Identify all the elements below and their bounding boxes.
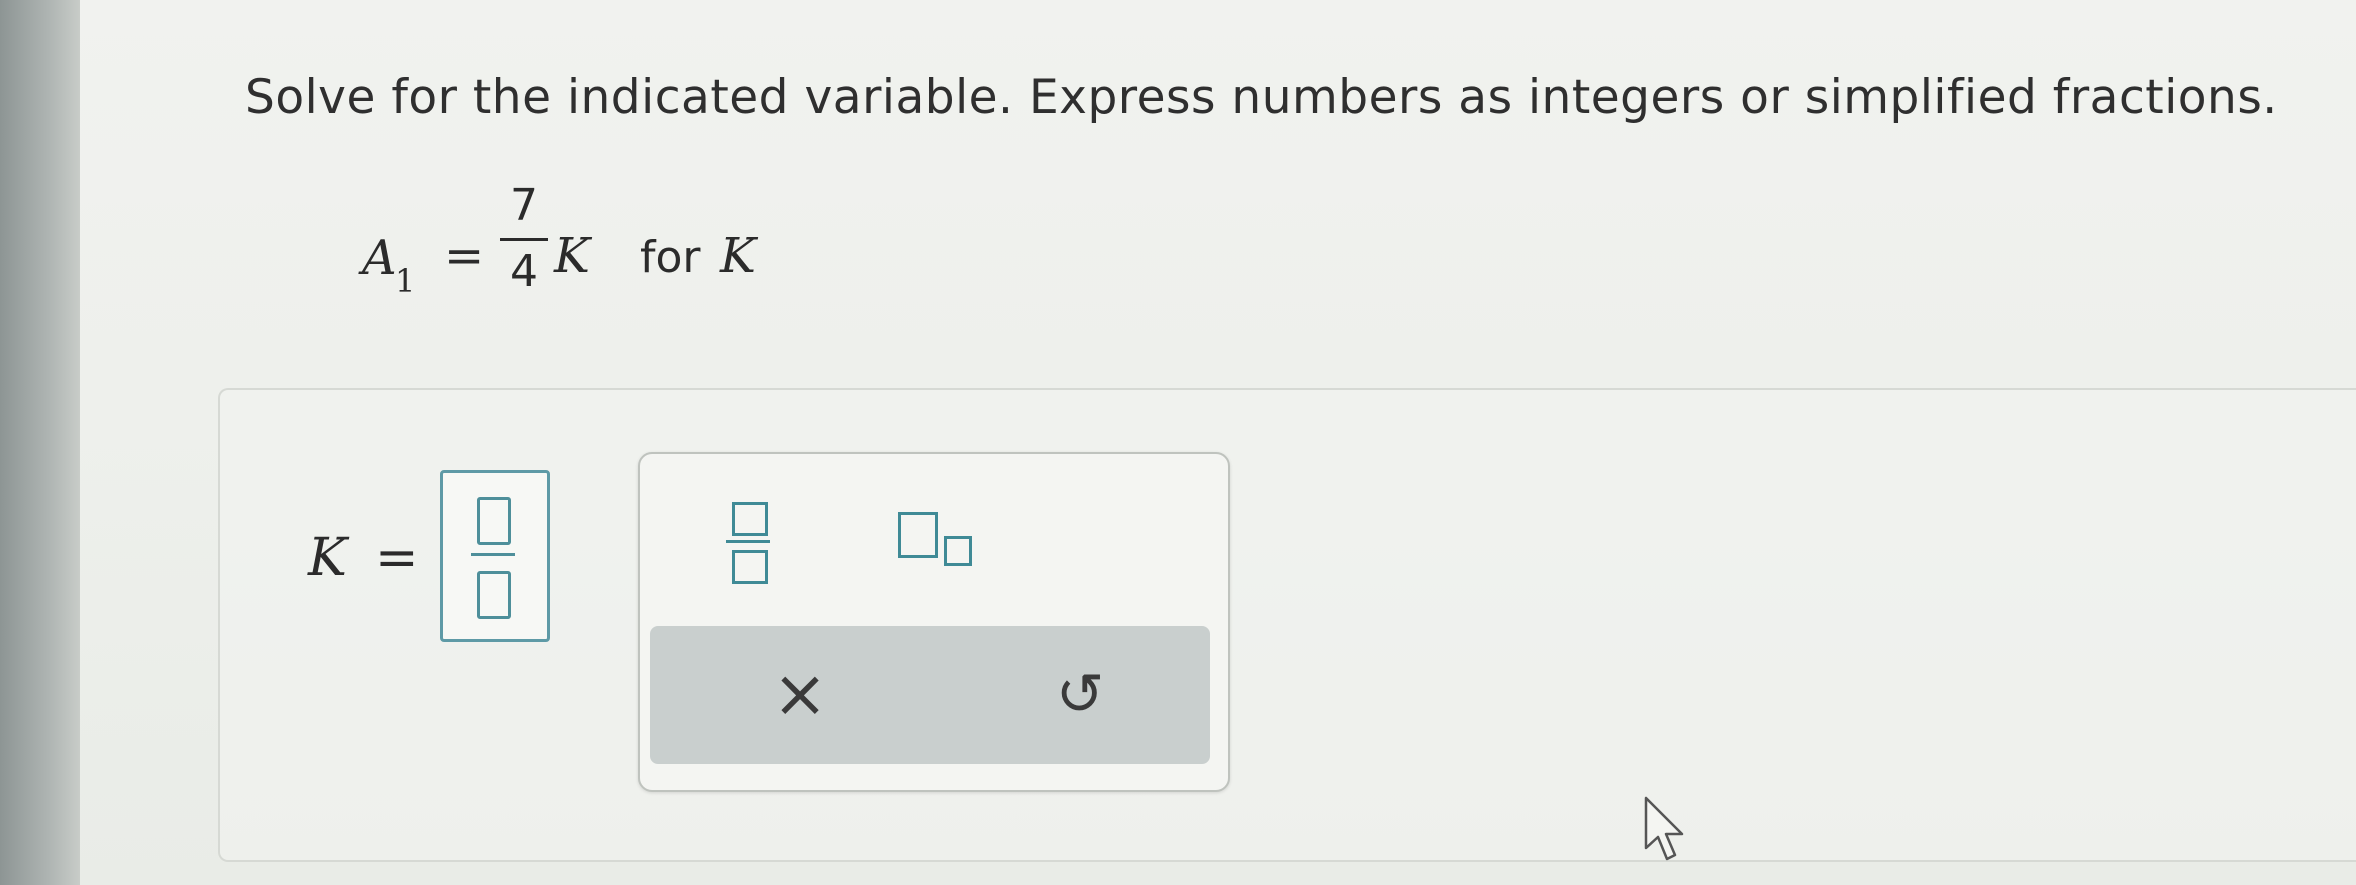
math-keypad: × ↺ — [638, 452, 1230, 792]
answer-variable: K — [308, 528, 347, 588]
question-instructions: Solve for the indicated variable. Expres… — [245, 70, 2278, 125]
answer-fraction-input[interactable] — [440, 470, 550, 642]
numerator-placeholder[interactable] — [477, 497, 511, 545]
equation-fraction-bar — [500, 238, 548, 241]
given-equation: A 1 = 7 4 K for K — [362, 180, 782, 320]
equation-equals: = — [444, 228, 485, 284]
fraction-button[interactable] — [718, 502, 778, 584]
input-fraction-bar — [471, 553, 515, 556]
keypad-action-row: × ↺ — [650, 626, 1210, 764]
equation-lhs-subscript: 1 — [395, 262, 416, 300]
subscript-button[interactable] — [898, 512, 978, 572]
answer-equals: = — [375, 528, 419, 588]
mouse-pointer-icon — [1644, 796, 1684, 861]
undo-button[interactable]: ↺ — [1040, 654, 1120, 734]
equation-solve-variable: K — [720, 228, 756, 284]
undo-icon: ↺ — [1055, 660, 1105, 728]
equation-denominator: 4 — [510, 246, 538, 297]
equation-lhs-variable: A — [362, 230, 397, 286]
clear-icon: × — [772, 655, 828, 732]
denominator-placeholder[interactable] — [477, 571, 511, 619]
equation-rhs-variable: K — [554, 228, 590, 284]
left-margin — [0, 0, 80, 885]
equation-for-text: for — [640, 232, 701, 283]
clear-button[interactable]: × — [760, 654, 840, 734]
equation-numerator: 7 — [510, 180, 538, 231]
